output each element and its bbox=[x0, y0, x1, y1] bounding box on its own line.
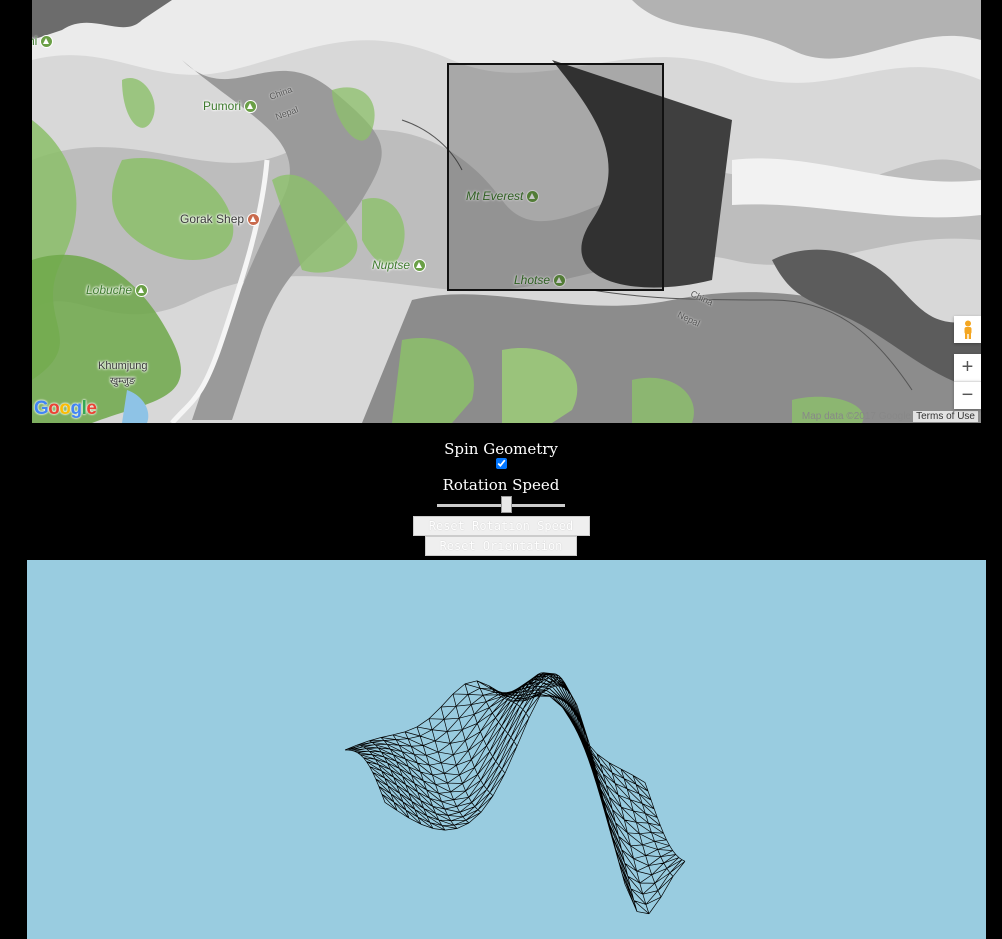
terrain-wireframe bbox=[344, 672, 686, 915]
reset-orientation-button[interactable]: Reset Orientation bbox=[425, 536, 577, 556]
google-logo: Google bbox=[34, 398, 97, 419]
mountain-icon bbox=[244, 99, 258, 113]
rotation-speed-label: Rotation Speed bbox=[442, 476, 560, 494]
map-view[interactable]: hi Pumori Mt Everest Lhotse Nuptse Gorak… bbox=[32, 0, 981, 423]
map-label-khumjung[interactable]: Khumjung bbox=[98, 360, 148, 372]
map-data-attribution: Map data ©2017 Google bbox=[801, 411, 911, 422]
mountain-icon bbox=[135, 283, 149, 297]
spin-geometry-label: Spin Geometry bbox=[444, 440, 558, 458]
map-label-lobuche[interactable]: Lobuche bbox=[86, 283, 149, 297]
lodging-icon bbox=[247, 212, 261, 226]
wireframe-mesh bbox=[344, 672, 686, 915]
street-view-pegman-icon[interactable] bbox=[954, 316, 981, 343]
reset-rotation-speed-button[interactable]: Reset Rotation Speed bbox=[412, 516, 590, 536]
rotation-speed-slider[interactable] bbox=[437, 496, 565, 514]
zoom-in-button[interactable]: + bbox=[954, 354, 981, 381]
selection-rectangle[interactable] bbox=[447, 63, 664, 291]
map-label-khumjung-local: खुम्जुङ bbox=[110, 376, 136, 387]
spin-geometry-checkbox[interactable] bbox=[495, 458, 507, 469]
wireframe-edges bbox=[344, 672, 686, 915]
mountain-icon bbox=[40, 34, 54, 48]
map-label-partial[interactable]: hi bbox=[32, 34, 54, 48]
controls-panel: Spin Geometry Rotation Speed Reset Rotat… bbox=[0, 440, 1002, 556]
zoom-out-button[interactable]: − bbox=[954, 381, 981, 409]
map-label-gorak-shep[interactable]: Gorak Shep bbox=[180, 212, 261, 226]
map-label-nuptse[interactable]: Nuptse bbox=[372, 258, 427, 272]
3d-terrain-viewport[interactable] bbox=[27, 560, 986, 939]
map-label-pumori[interactable]: Pumori bbox=[203, 99, 258, 113]
terms-of-use-link[interactable]: Terms of Use bbox=[913, 411, 978, 422]
slider-thumb[interactable] bbox=[501, 496, 512, 513]
mountain-icon bbox=[413, 258, 427, 272]
